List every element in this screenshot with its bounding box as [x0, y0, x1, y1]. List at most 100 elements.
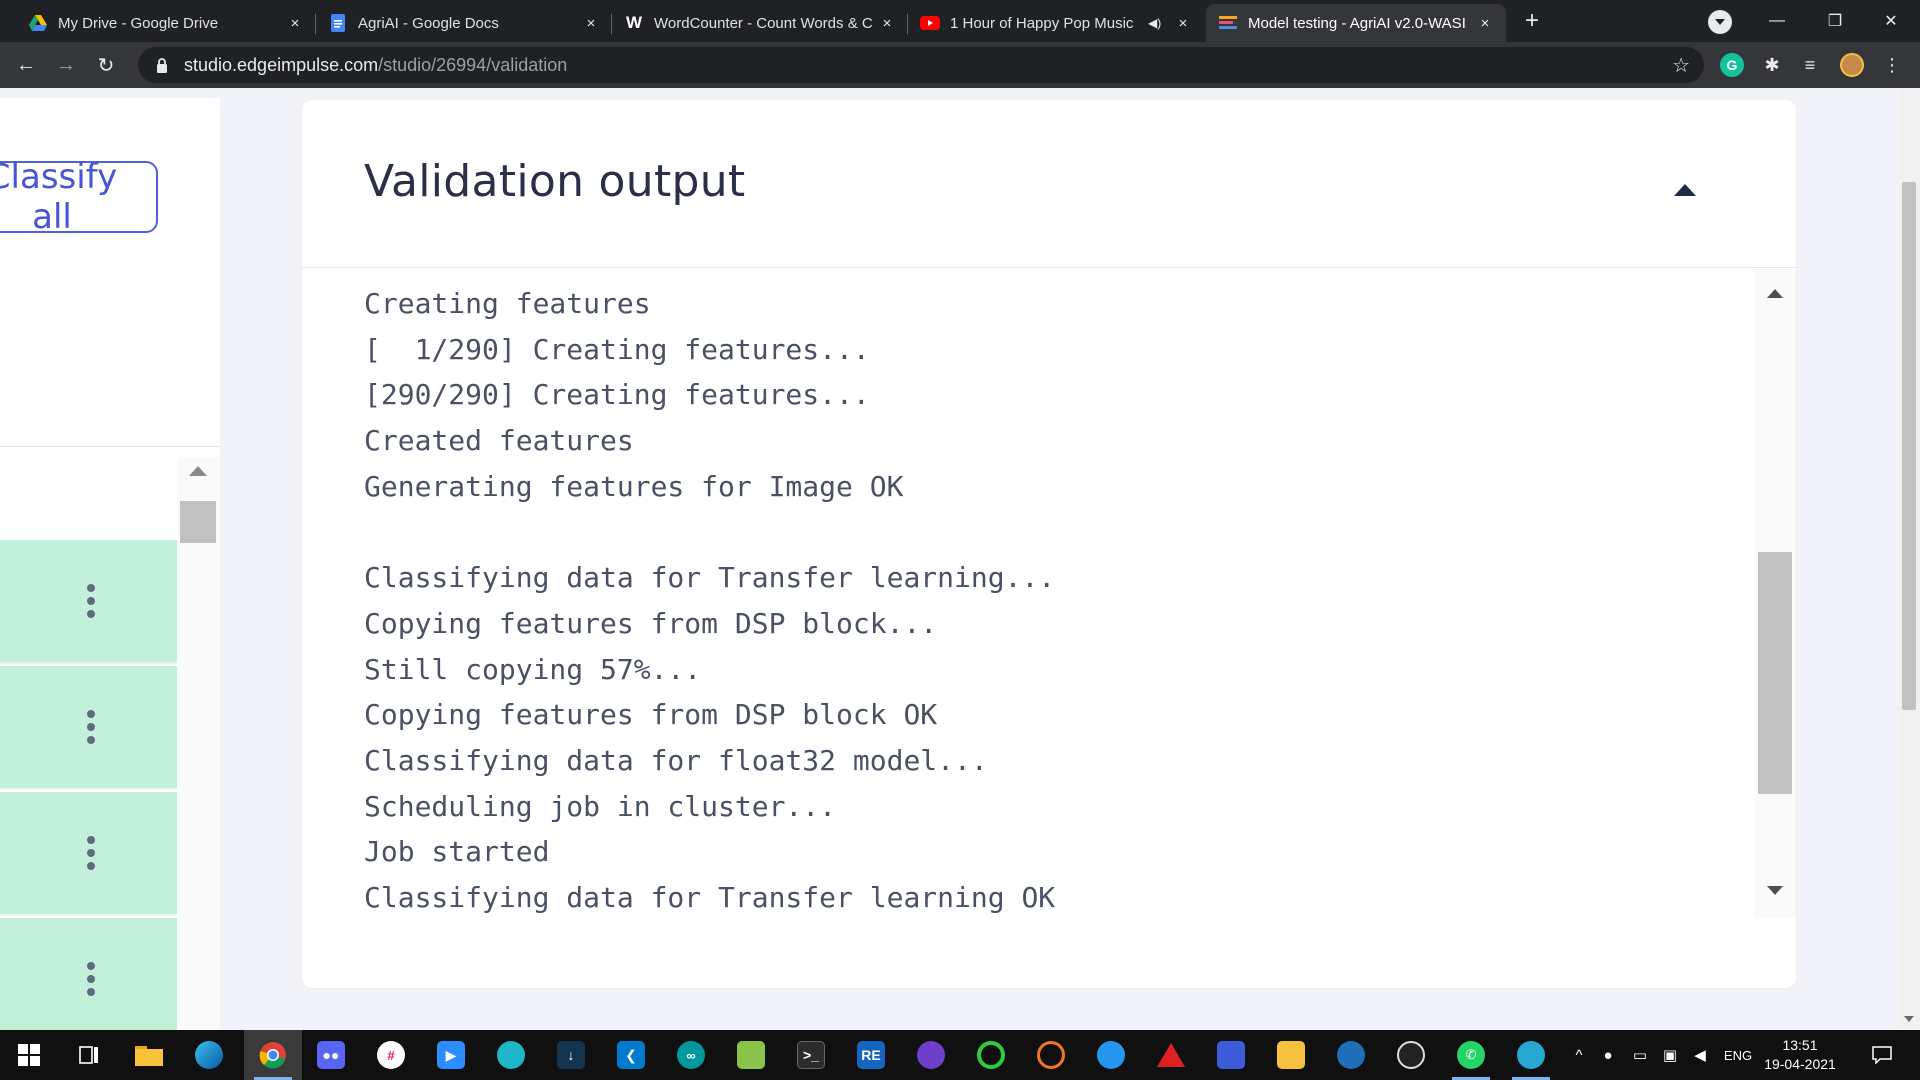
lock-icon[interactable]	[152, 57, 172, 73]
kebab-menu-icon[interactable]	[85, 836, 97, 870]
cube-app-icon[interactable]	[722, 1030, 780, 1080]
obs-icon[interactable]	[1382, 1030, 1440, 1080]
collapse-arrow-icon[interactable]	[1674, 184, 1696, 196]
list-item[interactable]	[0, 918, 177, 1030]
kebab-menu-icon[interactable]	[85, 962, 97, 996]
whatsapp-icon[interactable]: ✆	[1442, 1030, 1500, 1080]
github-icon[interactable]	[902, 1030, 960, 1080]
terminal-icon[interactable]: >_	[782, 1030, 840, 1080]
page-viewport: Classify all Validation output	[0, 88, 1920, 1030]
close-tab-icon[interactable]: ×	[878, 14, 896, 32]
windows-taskbar: ●● # ▶ ↓ ❮ ∞ >_ RE ✆ ^ ● ▭ ▣ ◀ ENG 13:51…	[0, 1030, 1920, 1080]
tab-title: 1 Hour of Happy Pop Music	[950, 14, 1134, 32]
slack-icon[interactable]: #	[362, 1030, 420, 1080]
volume-icon[interactable]: ◀	[1688, 1030, 1712, 1080]
browser-tab-strip: My Drive - Google Drive × AgriAI - Googl…	[0, 0, 1920, 42]
microphone-icon[interactable]: ●	[1594, 1030, 1622, 1080]
task-view-icon[interactable]	[60, 1030, 118, 1080]
extensions-puzzle-icon[interactable]: ✱	[1760, 53, 1784, 77]
page-scrollbar[interactable]	[1898, 88, 1920, 1030]
close-tab-icon[interactable]: ×	[1476, 14, 1494, 32]
address-bar[interactable]: studio.edgeimpulse.com/studio/26994/vali…	[138, 47, 1704, 83]
speaker-icon[interactable]: ◀)	[1148, 16, 1164, 30]
scrollbar-thumb[interactable]	[1758, 552, 1792, 794]
google-docs-icon	[328, 13, 348, 33]
arduino-icon[interactable]: ∞	[662, 1030, 720, 1080]
log-line: Generating features for Image OK	[364, 469, 904, 503]
list-item[interactable]	[0, 792, 177, 916]
app-teal-icon[interactable]	[482, 1030, 540, 1080]
grammarly-extension-icon[interactable]: G	[1720, 53, 1744, 77]
log-scrollbar[interactable]	[1754, 269, 1796, 917]
close-tab-icon[interactable]: ×	[286, 14, 304, 32]
url-path: /studio/26994/validation	[378, 54, 568, 75]
chevron-down-icon	[1715, 19, 1725, 25]
aperture-app-icon[interactable]	[1322, 1030, 1380, 1080]
tab-wordcounter[interactable]: W WordCounter - Count Words & C ×	[612, 4, 908, 42]
back-button[interactable]: ←	[10, 49, 42, 81]
list-scrollbar[interactable]	[177, 457, 220, 1030]
scrollbar-thumb[interactable]	[180, 501, 216, 543]
tab-google-docs[interactable]: AgriAI - Google Docs ×	[316, 4, 612, 42]
card-title: Validation output	[364, 156, 746, 207]
tray-chevron-up-icon[interactable]: ^	[1566, 1030, 1592, 1080]
scroll-up-arrow-icon[interactable]	[1767, 289, 1783, 298]
classify-all-button[interactable]: Classify all	[0, 157, 158, 237]
re-label: RE	[857, 1041, 885, 1069]
acrobat-icon[interactable]	[1142, 1030, 1200, 1080]
bookmark-star-icon[interactable]: ☆	[1672, 53, 1690, 78]
scroll-down-arrow-icon[interactable]	[1904, 1016, 1914, 1022]
docker-icon[interactable]	[1082, 1030, 1140, 1080]
scroll-up-arrow-icon[interactable]	[189, 466, 207, 476]
zoom-icon[interactable]: ▶	[422, 1030, 480, 1080]
close-tab-icon[interactable]: ×	[582, 14, 600, 32]
left-panel: Classify all	[0, 98, 220, 1030]
log-line: Creating features	[364, 287, 651, 320]
media-control-icon[interactable]: ≡	[1798, 53, 1822, 77]
kebab-menu-icon[interactable]	[85, 584, 97, 618]
log-line: Copying features from DSP block OK	[364, 698, 938, 732]
list-item[interactable]	[0, 540, 177, 664]
close-tab-icon[interactable]: ×	[1174, 14, 1192, 32]
app-teal2-icon[interactable]	[1502, 1030, 1560, 1080]
browser-menu-icon[interactable]: ⋮	[1880, 53, 1904, 77]
scrollbar-thumb[interactable]	[1902, 182, 1916, 710]
tab-google-drive[interactable]: My Drive - Google Drive ×	[16, 4, 316, 42]
wordcounter-icon: W	[625, 13, 643, 32]
list-item[interactable]	[0, 666, 177, 790]
new-tab-button[interactable]: +	[1518, 8, 1546, 36]
app-download-icon[interactable]: ↓	[542, 1030, 600, 1080]
notifications-icon[interactable]	[1862, 1030, 1902, 1080]
battery-icon[interactable]: ▭	[1626, 1030, 1654, 1080]
close-window-button[interactable]: ✕	[1862, 0, 1920, 42]
profile-avatar[interactable]	[1840, 53, 1864, 77]
youtube-icon	[920, 13, 940, 33]
minimize-button[interactable]: —	[1748, 0, 1806, 42]
circle-green-icon[interactable]	[962, 1030, 1020, 1080]
tab-youtube-music[interactable]: 1 Hour of Happy Pop Music ◀) ×	[908, 4, 1204, 42]
start-icon[interactable]	[0, 1030, 58, 1080]
forward-button[interactable]: →	[50, 49, 82, 81]
re-app-icon[interactable]: RE	[842, 1030, 900, 1080]
jupyter-icon[interactable]	[1022, 1030, 1080, 1080]
puzzle-app-icon[interactable]	[1262, 1030, 1320, 1080]
scroll-down-arrow-icon[interactable]	[1767, 886, 1783, 895]
log-line: Created features	[364, 424, 634, 458]
tab-search-button[interactable]	[1708, 10, 1732, 34]
kebab-menu-icon[interactable]	[85, 710, 97, 744]
discord-icon[interactable]: ●●	[302, 1030, 360, 1080]
edge-browser-icon[interactable]	[180, 1030, 238, 1080]
network-app-icon[interactable]	[1202, 1030, 1260, 1080]
network-icon[interactable]: ▣	[1656, 1030, 1684, 1080]
google-drive-icon	[28, 13, 48, 33]
log-line: Scheduling job in cluster...	[364, 789, 837, 823]
file-explorer-icon[interactable]	[120, 1030, 178, 1080]
system-clock[interactable]: 13:51 19-04-2021	[1752, 1036, 1848, 1074]
chrome-icon[interactable]	[244, 1030, 302, 1080]
restore-button[interactable]: ❐	[1806, 0, 1864, 42]
tab-model-testing[interactable]: Model testing - AgriAI v2.0-WASI ×	[1206, 4, 1506, 42]
reload-button[interactable]: ↻	[90, 49, 122, 81]
vscode-icon[interactable]: ❮	[602, 1030, 660, 1080]
browser-toolbar: ← → ↻ studio.edgeimpulse.com/studio/2699…	[0, 42, 1920, 88]
